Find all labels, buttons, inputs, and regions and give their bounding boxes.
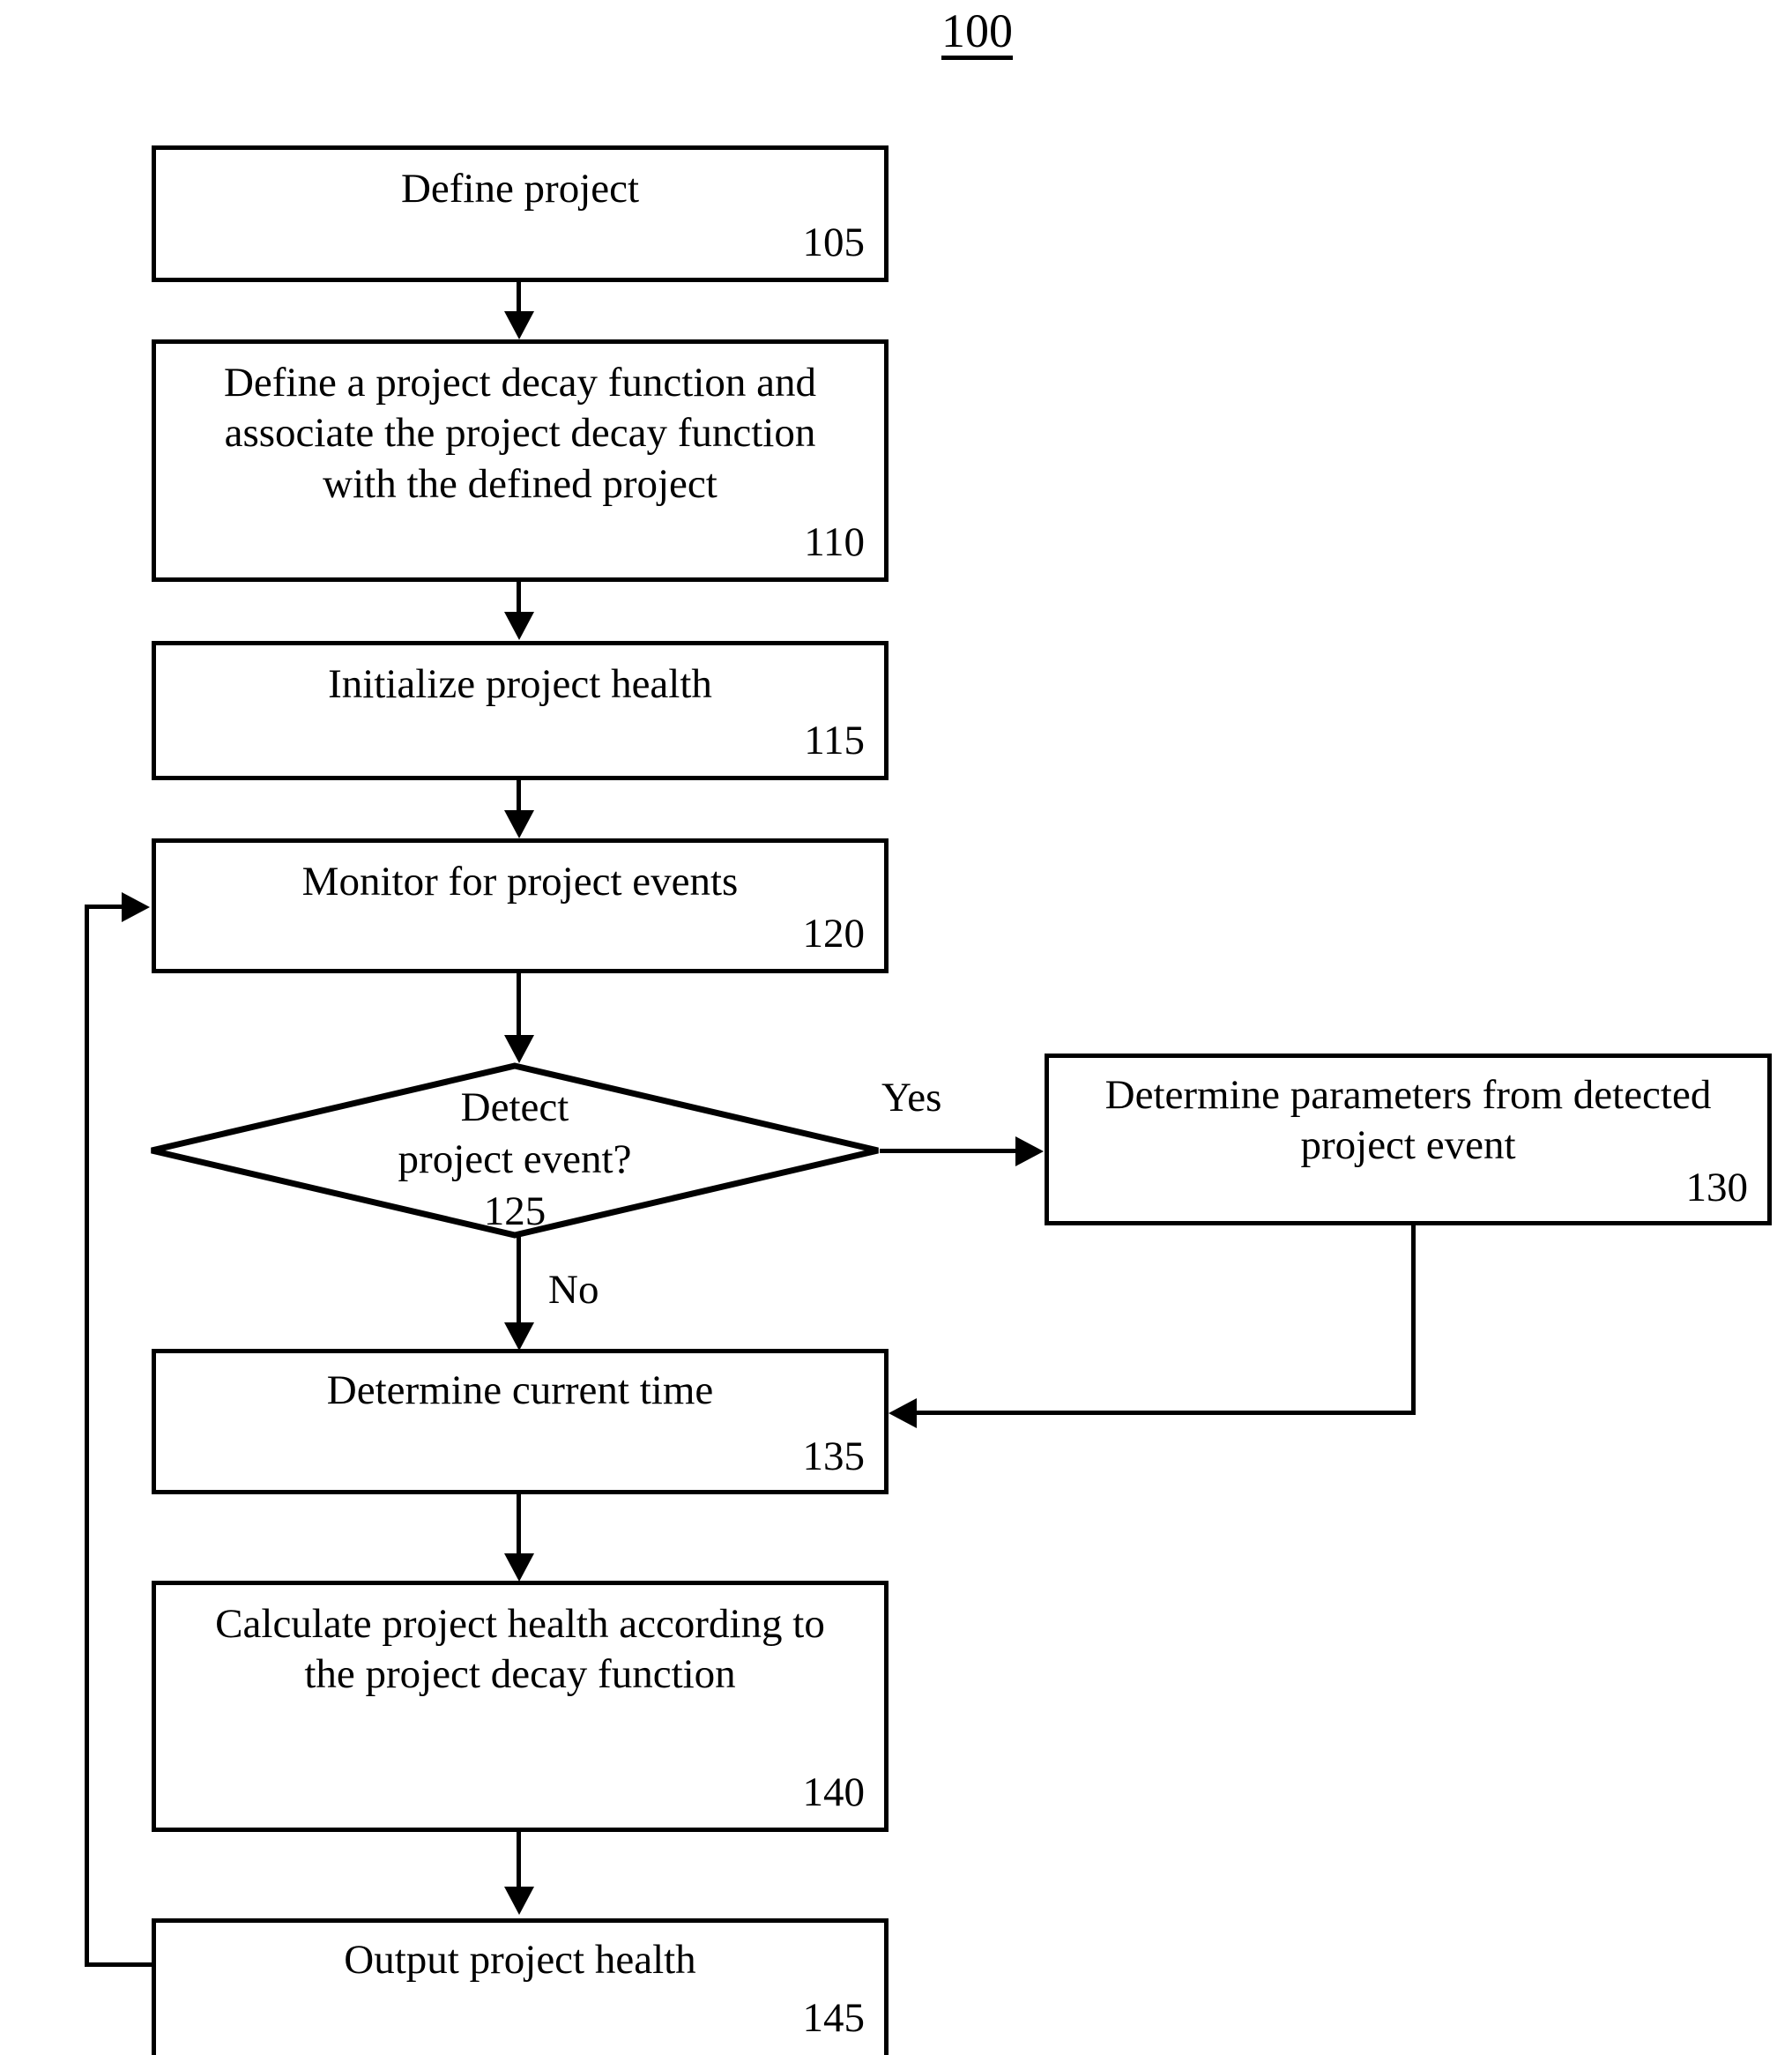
arrowhead-110-to-115	[504, 612, 534, 640]
process-node-115[interactable]: Initialize project health 115	[152, 641, 889, 780]
process-node-135[interactable]: Determine current time 135	[152, 1349, 889, 1494]
node-label-115: Initialize project health	[328, 661, 712, 707]
node-label-105: Define project	[400, 166, 640, 212]
node-ref-110: 110	[804, 519, 865, 565]
node-label-140: Calculate project health according to th…	[215, 1601, 825, 1698]
node-ref-145: 145	[802, 1995, 866, 2041]
branch-label-yes: Yes	[881, 1075, 942, 1121]
edge-120-to-125	[517, 973, 521, 1037]
node-ref-115: 115	[804, 718, 865, 763]
decision-node-125[interactable]: Detect project event? 125	[148, 1062, 881, 1239]
arrowhead-125-no-to-135	[504, 1322, 534, 1351]
node-label-130: Determine parameters from detected proje…	[1104, 1072, 1712, 1169]
process-node-145[interactable]: Output project health 145	[152, 1918, 889, 2055]
process-node-140[interactable]: Calculate project health according to th…	[152, 1581, 889, 1832]
node-ref-130: 130	[1685, 1165, 1749, 1210]
node-label-135: Determine current time	[326, 1367, 714, 1413]
arrowhead-135-to-140	[504, 1553, 534, 1582]
edge-125-yes-to-130	[880, 1149, 1021, 1153]
node-ref-140: 140	[802, 1769, 866, 1815]
node-label-145: Output project health	[344, 1937, 696, 1983]
process-node-105[interactable]: Define project 105	[152, 145, 889, 282]
edge-145-to-120-bottom	[85, 1962, 155, 1967]
edge-130-to-135-vertical	[1411, 1225, 1416, 1415]
edge-130-to-135-horizontal	[917, 1411, 1416, 1415]
node-label-125: Detect project event? 125	[398, 1084, 632, 1234]
node-ref-105: 105	[802, 220, 866, 265]
node-label-110: Define a project decay function and asso…	[223, 360, 817, 507]
process-node-110[interactable]: Define a project decay function and asso…	[152, 339, 889, 582]
process-node-120[interactable]: Monitor for project events 120	[152, 838, 889, 973]
edge-125-no-to-135	[517, 1236, 521, 1335]
branch-label-no: No	[548, 1267, 599, 1313]
arrowhead-120-to-125	[504, 1035, 534, 1063]
arrowhead-105-to-110	[504, 311, 534, 339]
node-ref-120: 120	[802, 911, 866, 957]
flowchart-canvas: 100 Define project 105 Define a project …	[0, 0, 1792, 2055]
figure-number: 100	[941, 4, 1013, 57]
arrowhead-125-yes-to-130	[1015, 1136, 1044, 1166]
arrowhead-130-to-135	[889, 1398, 917, 1428]
process-node-130[interactable]: Determine parameters from detected proje…	[1045, 1054, 1772, 1225]
node-label-120: Monitor for project events	[301, 859, 739, 905]
arrowhead-145-to-120	[122, 892, 150, 922]
node-ref-135: 135	[802, 1433, 866, 1479]
edge-145-to-120-vertical	[85, 905, 89, 1965]
arrowhead-115-to-120	[504, 810, 534, 838]
edge-145-to-120-top	[85, 905, 125, 909]
arrowhead-140-to-145	[504, 1887, 534, 1915]
